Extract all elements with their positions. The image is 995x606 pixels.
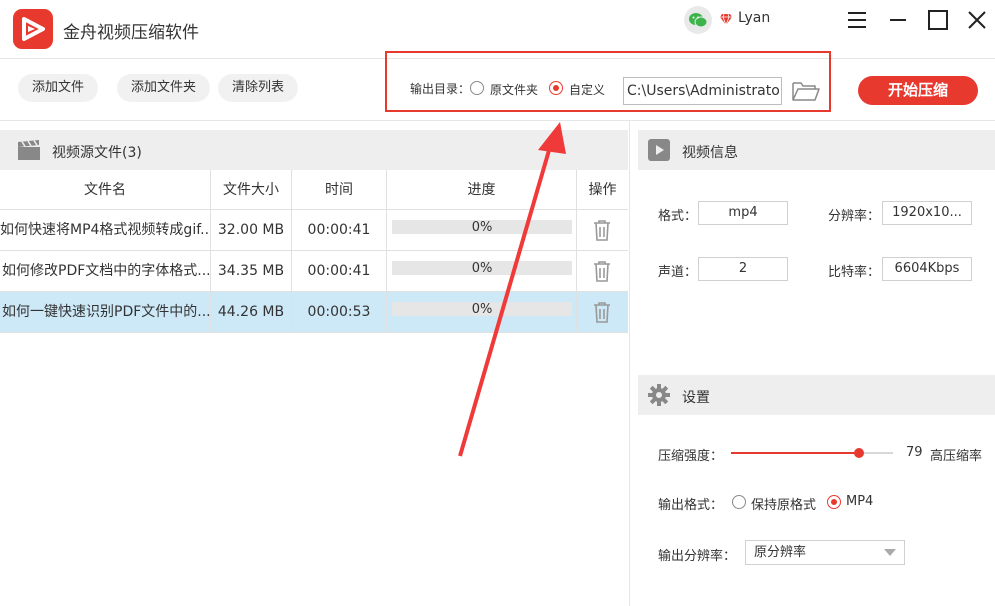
output-format-label: 输出格式： — [658, 498, 724, 513]
resolution-label: 分辨率： — [828, 209, 881, 224]
progress-text: 0% — [471, 302, 493, 317]
chevron-down-icon — [884, 549, 896, 556]
title-bar: 金舟视频压缩软件 Lyan — [0, 0, 995, 58]
format-label: 格式： — [658, 209, 698, 224]
col-header-time[interactable]: 时间 — [292, 170, 386, 210]
progress-text: 0% — [471, 261, 493, 276]
bitrate-value: 6604Kbps — [882, 257, 972, 281]
menu-icon[interactable] — [845, 8, 869, 32]
radio-keep-format-label[interactable]: 保持原格式 — [751, 494, 816, 513]
clear-list-button[interactable]: 清除列表 — [218, 74, 299, 102]
strength-slider[interactable] — [731, 448, 893, 458]
video-clapper-icon — [18, 140, 40, 160]
channel-value: 2 — [698, 257, 788, 281]
col-header-action[interactable]: 操作 — [577, 170, 628, 210]
resolution-value: 1920x10... — [882, 201, 972, 225]
file-size: 32.00 MB — [217, 222, 285, 238]
file-duration: 00:00:53 — [307, 304, 371, 320]
bitrate-label: 比特率： — [828, 265, 881, 280]
column-divider — [210, 170, 211, 333]
app-title: 金舟视频压缩软件 — [63, 23, 199, 43]
add-folder-button[interactable]: 添加文件夹 — [117, 74, 211, 102]
column-divider — [576, 170, 577, 333]
column-divider — [386, 170, 387, 333]
radio-custom-folder[interactable] — [549, 81, 563, 95]
strength-slider-thumb[interactable] — [854, 448, 864, 458]
source-files-header: 视频源文件(3) — [0, 130, 628, 170]
settings-header: 设置 — [638, 375, 995, 415]
radio-mp4-format[interactable] — [827, 495, 841, 509]
file-size: 34.35 MB — [217, 263, 285, 279]
strength-value: 79 — [906, 445, 923, 460]
radio-keep-format[interactable] — [732, 495, 746, 509]
strength-slider-fill — [731, 452, 859, 454]
strength-label: 压缩强度： — [658, 449, 724, 464]
source-files-title: 视频源文件(3) — [52, 145, 142, 161]
trash-icon[interactable] — [593, 301, 611, 323]
strength-desc: 高压缩率 — [930, 449, 983, 464]
radio-original-folder[interactable] — [470, 81, 484, 95]
output-dir-label: 输出目录： — [410, 82, 471, 96]
table-row[interactable]: 如何快速将MP4格式视频转成gif... 32.00 MB 00:00:41 0… — [0, 210, 628, 251]
file-name: 如何一键快速识别PDF文件中的... — [2, 304, 210, 320]
trash-icon[interactable] — [593, 260, 611, 282]
column-divider — [291, 170, 292, 333]
username[interactable]: Lyan — [738, 10, 770, 26]
toolbar-divider — [0, 120, 995, 121]
col-header-size[interactable]: 文件大小 — [211, 170, 291, 210]
play-icon — [648, 139, 670, 161]
file-name: 如何快速将MP4格式视频转成gif... — [0, 222, 210, 238]
settings-title: 设置 — [682, 390, 710, 406]
panel-divider — [629, 120, 630, 606]
minimize-icon[interactable] — [886, 8, 910, 32]
video-info-header: 视频信息 — [638, 130, 995, 170]
table-row[interactable]: 如何修改PDF文档中的字体格式... 34.35 MB 00:00:41 0% — [0, 251, 628, 292]
output-path-input[interactable]: C:\Users\Administrator\ — [623, 77, 782, 105]
format-value: mp4 — [698, 201, 788, 225]
col-header-filename[interactable]: 文件名 — [0, 170, 210, 210]
app-logo-icon — [13, 9, 53, 49]
radio-custom-folder-label[interactable]: 自定义 — [569, 81, 605, 98]
file-name: 如何修改PDF文档中的字体格式... — [2, 263, 210, 279]
file-size: 44.26 MB — [217, 304, 285, 320]
output-resolution-value: 原分辨率 — [754, 545, 807, 560]
progress-text: 0% — [471, 220, 493, 235]
file-duration: 00:00:41 — [307, 263, 371, 279]
maximize-icon[interactable] — [926, 8, 950, 32]
file-duration: 00:00:41 — [307, 222, 371, 238]
wechat-icon[interactable] — [684, 6, 712, 34]
close-icon[interactable] — [965, 8, 989, 32]
radio-mp4-format-label[interactable]: MP4 — [846, 494, 873, 509]
col-header-progress[interactable]: 进度 — [387, 170, 576, 210]
channel-label: 声道： — [658, 265, 698, 280]
vip-diamond-icon — [720, 13, 732, 26]
video-info-title: 视频信息 — [682, 145, 738, 161]
browse-folder-icon[interactable] — [791, 80, 821, 102]
table-row[interactable]: 如何一键快速识别PDF文件中的... 44.26 MB 00:00:53 0% — [0, 292, 628, 333]
gear-icon — [648, 384, 670, 406]
start-compress-button[interactable]: 开始压缩 — [858, 76, 978, 105]
add-file-button[interactable]: 添加文件 — [18, 74, 99, 102]
output-resolution-label: 输出分辨率： — [658, 549, 737, 564]
table-header: 文件名 文件大小 时间 进度 操作 — [0, 170, 628, 210]
radio-original-folder-label[interactable]: 原文件夹 — [490, 81, 538, 98]
output-resolution-select[interactable]: 原分辨率 — [745, 540, 905, 565]
trash-icon[interactable] — [593, 219, 611, 241]
